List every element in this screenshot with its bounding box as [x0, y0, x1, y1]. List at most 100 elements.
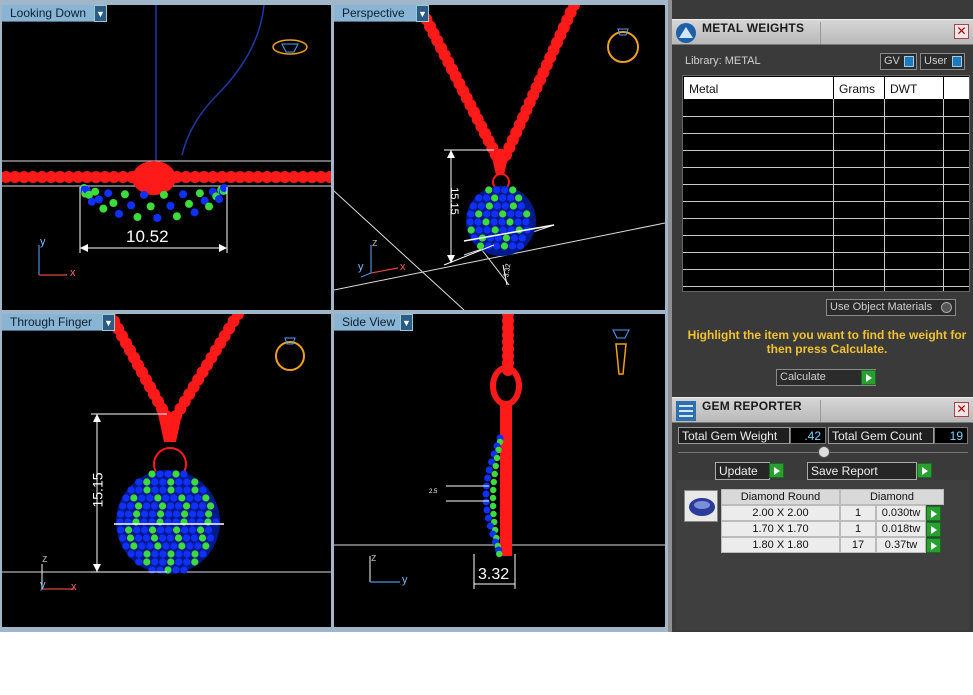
ring-icon: [607, 28, 639, 63]
axis-y-label: y: [40, 236, 46, 248]
gem-cluster: [466, 186, 536, 256]
axis-y-label: y: [40, 579, 46, 591]
diamond-icon: [684, 490, 718, 522]
user-label: User: [924, 55, 948, 67]
column-header-grams[interactable]: Grams: [834, 77, 884, 99]
view-dropdown-button[interactable]: ▼: [416, 5, 429, 22]
table-row[interactable]: [683, 116, 969, 117]
table-row[interactable]: [683, 184, 969, 185]
gem-weight-cell: 0.37tw: [876, 537, 926, 553]
ring-icon: [275, 337, 305, 371]
gv-toggle[interactable]: GV: [880, 53, 917, 70]
gem-row-go-icon[interactable]: [926, 506, 941, 521]
viewport-label: Side View: [334, 314, 401, 331]
library-label: Library: METAL: [685, 55, 761, 67]
calculate-go-icon[interactable]: [861, 370, 876, 385]
gem-reporter-icon: [676, 401, 696, 421]
total-gem-count-label: Total Gem Count: [828, 427, 934, 444]
table-row[interactable]: [683, 235, 969, 236]
gem-header-material: Diamond: [840, 489, 944, 505]
side-panel: METAL WEIGHTS ✕ Library: METAL GV User M…: [668, 0, 973, 632]
update-label: Update: [719, 464, 758, 478]
viewport-side-view[interactable]: 3.32 2.5 z y Side View ▼: [334, 314, 665, 627]
gem-count-cell: 1: [840, 521, 876, 537]
axis-y-label: y: [402, 574, 408, 586]
calculate-label: Calculate: [780, 371, 826, 383]
gem-count-cell: 17: [840, 537, 876, 553]
column-header-metal[interactable]: Metal: [684, 77, 833, 99]
save-report-label: Save Report: [811, 464, 878, 478]
ring-icon: [272, 39, 308, 55]
gem-weight-cell: 0.030tw: [876, 505, 926, 521]
table-row[interactable]: [683, 150, 969, 151]
column-header-blank: [944, 77, 969, 99]
gem-size-cell: 2.00 X 2.00: [721, 505, 840, 521]
axis-x-label: x: [70, 267, 76, 279]
gem-reporter-titlebar: GEM REPORTER ✕: [672, 397, 973, 423]
view-dropdown-button[interactable]: ▼: [102, 314, 115, 331]
axis-y-label: y: [358, 261, 364, 273]
close-icon[interactable]: ✕: [954, 402, 969, 417]
table-row[interactable]: [683, 269, 969, 270]
metal-weights-table[interactable]: Metal Grams DWT: [682, 75, 970, 292]
through-finger-scene: [2, 314, 331, 590]
viewport-grid: 10.52 y x Looking Down ▼ 15.15 3.32 z y …: [0, 0, 668, 632]
axis-x-label: x: [400, 261, 406, 273]
gem-weight-cell: 0.018tw: [876, 521, 926, 537]
gem-count-cell: 1: [840, 505, 876, 521]
table-row[interactable]: [683, 286, 969, 287]
metal-weights-icon: [676, 23, 696, 43]
viewport-label: Looking Down: [2, 5, 95, 22]
viewport-label: Through Finger: [2, 314, 103, 331]
viewport-perspective[interactable]: 15.15 3.32 z y x Perspective ▼: [334, 5, 665, 310]
gem-cluster: [116, 470, 220, 574]
table-row[interactable]: [683, 133, 969, 134]
close-icon[interactable]: ✕: [954, 24, 969, 39]
gv-label: GV: [884, 55, 900, 67]
gem-header-shape: Diamond Round: [721, 489, 840, 505]
dimension-label: 10.52: [126, 227, 169, 246]
gem-row-go-icon[interactable]: [926, 538, 941, 553]
table-row[interactable]: [683, 252, 969, 253]
view-dropdown-button[interactable]: ▼: [94, 5, 107, 22]
view-dropdown-button[interactable]: ▼: [400, 314, 413, 331]
gem-row-go-icon[interactable]: [926, 522, 941, 537]
column-header-dwt[interactable]: DWT: [885, 77, 943, 99]
slider-handle[interactable]: [818, 446, 830, 458]
use-object-materials-label: Use Object Materials: [830, 301, 933, 313]
column-divider: [943, 99, 944, 291]
save-report-go-icon[interactable]: [917, 463, 932, 478]
small-dimension-label: 2.5: [429, 489, 438, 495]
metal-weights-title: METAL WEIGHTS: [702, 21, 805, 35]
dimension-label: 3.32: [478, 566, 510, 583]
user-toggle[interactable]: User: [920, 53, 965, 70]
axis-x-label: x: [71, 581, 77, 593]
instruction-text: Highlight the item you want to find the …: [687, 328, 967, 356]
update-button[interactable]: Update: [715, 462, 770, 480]
gem-reporter-title: GEM REPORTER: [702, 399, 802, 413]
pendant-icon: [612, 329, 630, 375]
table-row[interactable]: [683, 218, 969, 219]
total-gem-weight-label: Total Gem Weight: [678, 427, 790, 444]
column-divider: [833, 99, 834, 291]
update-go-icon[interactable]: [769, 463, 784, 478]
viewport-through-finger[interactable]: 15.15 z y x Through Finger ▼: [2, 314, 331, 627]
axis-z-label: z: [371, 552, 377, 564]
perspective-scene: [334, 5, 665, 310]
axis-z-label: z: [42, 553, 48, 565]
use-object-materials-toggle[interactable]: Use Object Materials: [826, 299, 956, 316]
metal-weights-titlebar: METAL WEIGHTS ✕: [672, 19, 973, 45]
gem-size-cell: 1.70 X 1.70: [721, 521, 840, 537]
looking-down-scene: [2, 5, 331, 276]
app-window: 10.52 y x Looking Down ▼ 15.15 3.32 z y …: [0, 0, 973, 695]
viewport-label: Perspective: [334, 5, 417, 22]
column-divider: [884, 99, 885, 291]
chain: [104, 314, 244, 422]
table-row[interactable]: [683, 167, 969, 168]
viewport-looking-down[interactable]: 10.52 y x Looking Down ▼: [2, 5, 331, 310]
axis-z-label: z: [372, 237, 378, 249]
total-gem-count-value: 19: [934, 427, 968, 444]
total-gem-weight-value: .42: [790, 427, 826, 444]
table-row[interactable]: [683, 201, 969, 202]
save-report-button[interactable]: Save Report: [807, 462, 917, 480]
